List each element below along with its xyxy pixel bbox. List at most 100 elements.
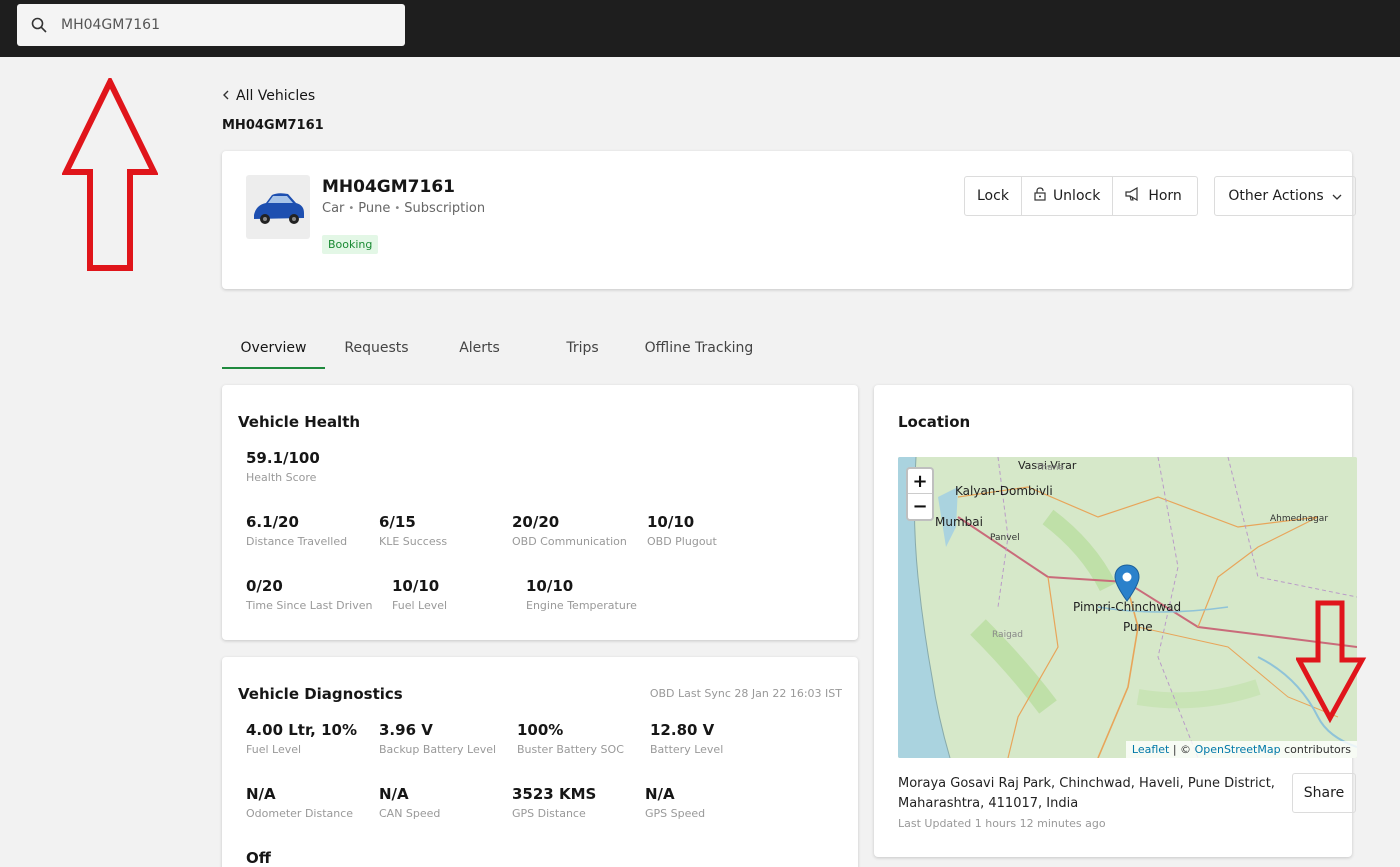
- metric-label: Odometer Distance: [246, 807, 354, 820]
- tab-trips[interactable]: Trips: [531, 332, 634, 369]
- metric-fuel-level: 10/10 Fuel Level: [392, 577, 447, 612]
- tab-overview[interactable]: Overview: [222, 332, 325, 369]
- metric-label: OBD Plugout: [647, 535, 717, 548]
- zoom-out-button[interactable]: −: [908, 494, 932, 519]
- vehicle-plan: Subscription: [404, 201, 486, 216]
- horn-icon: [1125, 186, 1141, 205]
- diag-fuel-level: 4.00 Ltr, 10% Fuel Level: [246, 721, 357, 756]
- metric-obd-communication: 20/20 OBD Communication: [512, 513, 627, 548]
- unlock-button[interactable]: Unlock: [1022, 177, 1114, 215]
- map-label-ahmednagar: Ahmednagar: [1270, 514, 1328, 524]
- metric-time-since-last-driven: 0/20 Time Since Last Driven: [246, 577, 372, 612]
- metric-value: 3523 KMS: [512, 785, 597, 803]
- metric-label: OBD Communication: [512, 535, 627, 548]
- map-label-thane: Thane: [1035, 463, 1064, 473]
- back-link[interactable]: All Vehicles: [222, 88, 315, 104]
- tab-alerts[interactable]: Alerts: [428, 332, 531, 369]
- annotation-arrow-down-icon: [1296, 600, 1367, 724]
- diag-ignition-status: Off: [246, 849, 271, 867]
- metric-value: 10/10: [392, 577, 440, 595]
- vehicle-health-card: Vehicle Health 59.1/100 Health Score 6.1…: [222, 385, 858, 640]
- osm-link[interactable]: OpenStreetMap: [1195, 743, 1281, 756]
- map-label-mumbai: Mumbai: [935, 515, 983, 529]
- metric-distance-travelled: 6.1/20 Distance Travelled: [246, 513, 347, 548]
- map-attribution: Leaflet | © OpenStreetMap contributors: [1125, 741, 1357, 758]
- last-updated: Last Updated 1 hours 12 minutes ago: [898, 817, 1106, 830]
- horn-button[interactable]: Horn: [1113, 177, 1193, 215]
- chevron-left-icon: [222, 88, 230, 104]
- vehicle-thumbnail: [246, 175, 310, 239]
- metric-kle-success: 6/15 KLE Success: [379, 513, 447, 548]
- metric-label: Health Score: [246, 471, 317, 484]
- separator-dot: •: [348, 203, 355, 214]
- separator-dot: •: [394, 203, 401, 214]
- back-link-label: All Vehicles: [236, 88, 316, 104]
- metric-label: KLE Success: [379, 535, 448, 548]
- metric-label: GPS Speed: [645, 807, 706, 820]
- vehicle-header-card: MH04GM7161 Car • Pune • Subscription Boo…: [222, 151, 1356, 289]
- annotation-arrow-up-icon: [62, 78, 158, 271]
- tab-offline-tracking[interactable]: Offline Tracking: [634, 332, 764, 369]
- diag-buster-battery-soc: 100% Buster Battery SOC: [517, 721, 624, 756]
- status-badge: Booking: [322, 235, 379, 254]
- vehicle-action-group: Lock Unlock Horn: [964, 176, 1198, 216]
- diag-gps-speed: N/A GPS Speed: [645, 785, 705, 820]
- diag-can-speed: N/A CAN Speed: [379, 785, 440, 820]
- zoom-in-button[interactable]: +: [908, 469, 932, 494]
- metric-engine-temperature: 10/10 Engine Temperature: [526, 577, 637, 612]
- unlock-button-label: Unlock: [1052, 188, 1101, 204]
- map-label-panvel: Panvel: [990, 533, 1020, 543]
- vehicle-diagnostics-card: Vehicle Diagnostics OBD Last Sync 28 Jan…: [222, 657, 858, 867]
- search-icon: [17, 17, 61, 33]
- metric-value: 6.1/20: [246, 513, 299, 531]
- metric-label: Fuel Level: [246, 743, 302, 756]
- vehicle-meta: Car • Pune • Subscription: [322, 201, 485, 216]
- attribution-suffix: contributors: [1284, 743, 1351, 756]
- horn-button-label: Horn: [1148, 188, 1182, 204]
- map-label-kalyan: Kalyan-Dombivli: [955, 484, 1053, 498]
- tab-requests[interactable]: Requests: [325, 332, 428, 369]
- metric-value: Off: [246, 849, 271, 867]
- vehicle-type: Car: [322, 201, 345, 216]
- obd-last-sync: OBD Last Sync 28 Jan 22 16:03 IST: [649, 687, 842, 700]
- other-actions-dropdown[interactable]: Other Actions: [1214, 176, 1356, 216]
- diag-odometer-distance: N/A Odometer Distance: [246, 785, 353, 820]
- metric-label: Backup Battery Level: [379, 743, 497, 756]
- vehicle-diagnostics-title: Vehicle Diagnostics: [238, 685, 403, 703]
- page-title: MH04GM7161: [222, 118, 324, 133]
- metric-value: 12.80 V: [650, 721, 715, 739]
- diag-battery-level: 12.80 V Battery Level: [650, 721, 723, 756]
- metric-label: Time Since Last Driven: [246, 599, 373, 612]
- lock-button[interactable]: Lock: [965, 177, 1022, 215]
- tab-bar: Overview Requests Alerts Trips Offline T…: [222, 332, 764, 370]
- location-map[interactable]: Vasai-Virar Thane Kalyan-Dombivli Mumbai…: [898, 457, 1357, 758]
- metric-label: CAN Speed: [379, 807, 441, 820]
- share-button[interactable]: Share: [1292, 773, 1356, 813]
- top-bar: [0, 0, 1400, 57]
- search-box[interactable]: [17, 4, 405, 46]
- location-title: Location: [898, 413, 971, 431]
- metric-label: Distance Travelled: [246, 535, 348, 548]
- metric-value: 3.96 V: [379, 721, 433, 739]
- metric-label: Engine Temperature: [526, 599, 637, 612]
- map-label-pimpri: Pimpri-Chinchwad: [1073, 600, 1181, 614]
- other-actions-label: Other Actions: [1228, 188, 1324, 204]
- map-tiles: Vasai-Virar Thane Kalyan-Dombivli Mumbai…: [898, 457, 1357, 758]
- vehicle-name: MH04GM7161: [322, 177, 455, 197]
- metric-label: GPS Distance: [512, 807, 586, 820]
- chevron-down-icon: [1332, 188, 1342, 204]
- leaflet-link[interactable]: Leaflet: [1132, 743, 1169, 756]
- vehicle-city: Pune: [358, 201, 391, 216]
- metric-obd-plugout: 10/10 OBD Plugout: [647, 513, 717, 548]
- metric-label: Battery Level: [650, 743, 724, 756]
- metric-value: 10/10: [647, 513, 695, 531]
- attribution-sep: | ©: [1172, 743, 1192, 756]
- metric-value: N/A: [645, 785, 675, 803]
- map-label-raigad: Raigad: [992, 630, 1023, 640]
- location-address: Moraya Gosavi Raj Park, Chinchwad, Havel…: [898, 776, 1275, 811]
- map-label-pune: Pune: [1123, 620, 1153, 634]
- search-input[interactable]: [61, 17, 381, 33]
- location-card: Location Vasai-Virar Thane Kalyan-Dombiv…: [874, 385, 1357, 857]
- diag-backup-battery: 3.96 V Backup Battery Level: [379, 721, 496, 756]
- diag-gps-distance: 3523 KMS GPS Distance: [512, 785, 596, 820]
